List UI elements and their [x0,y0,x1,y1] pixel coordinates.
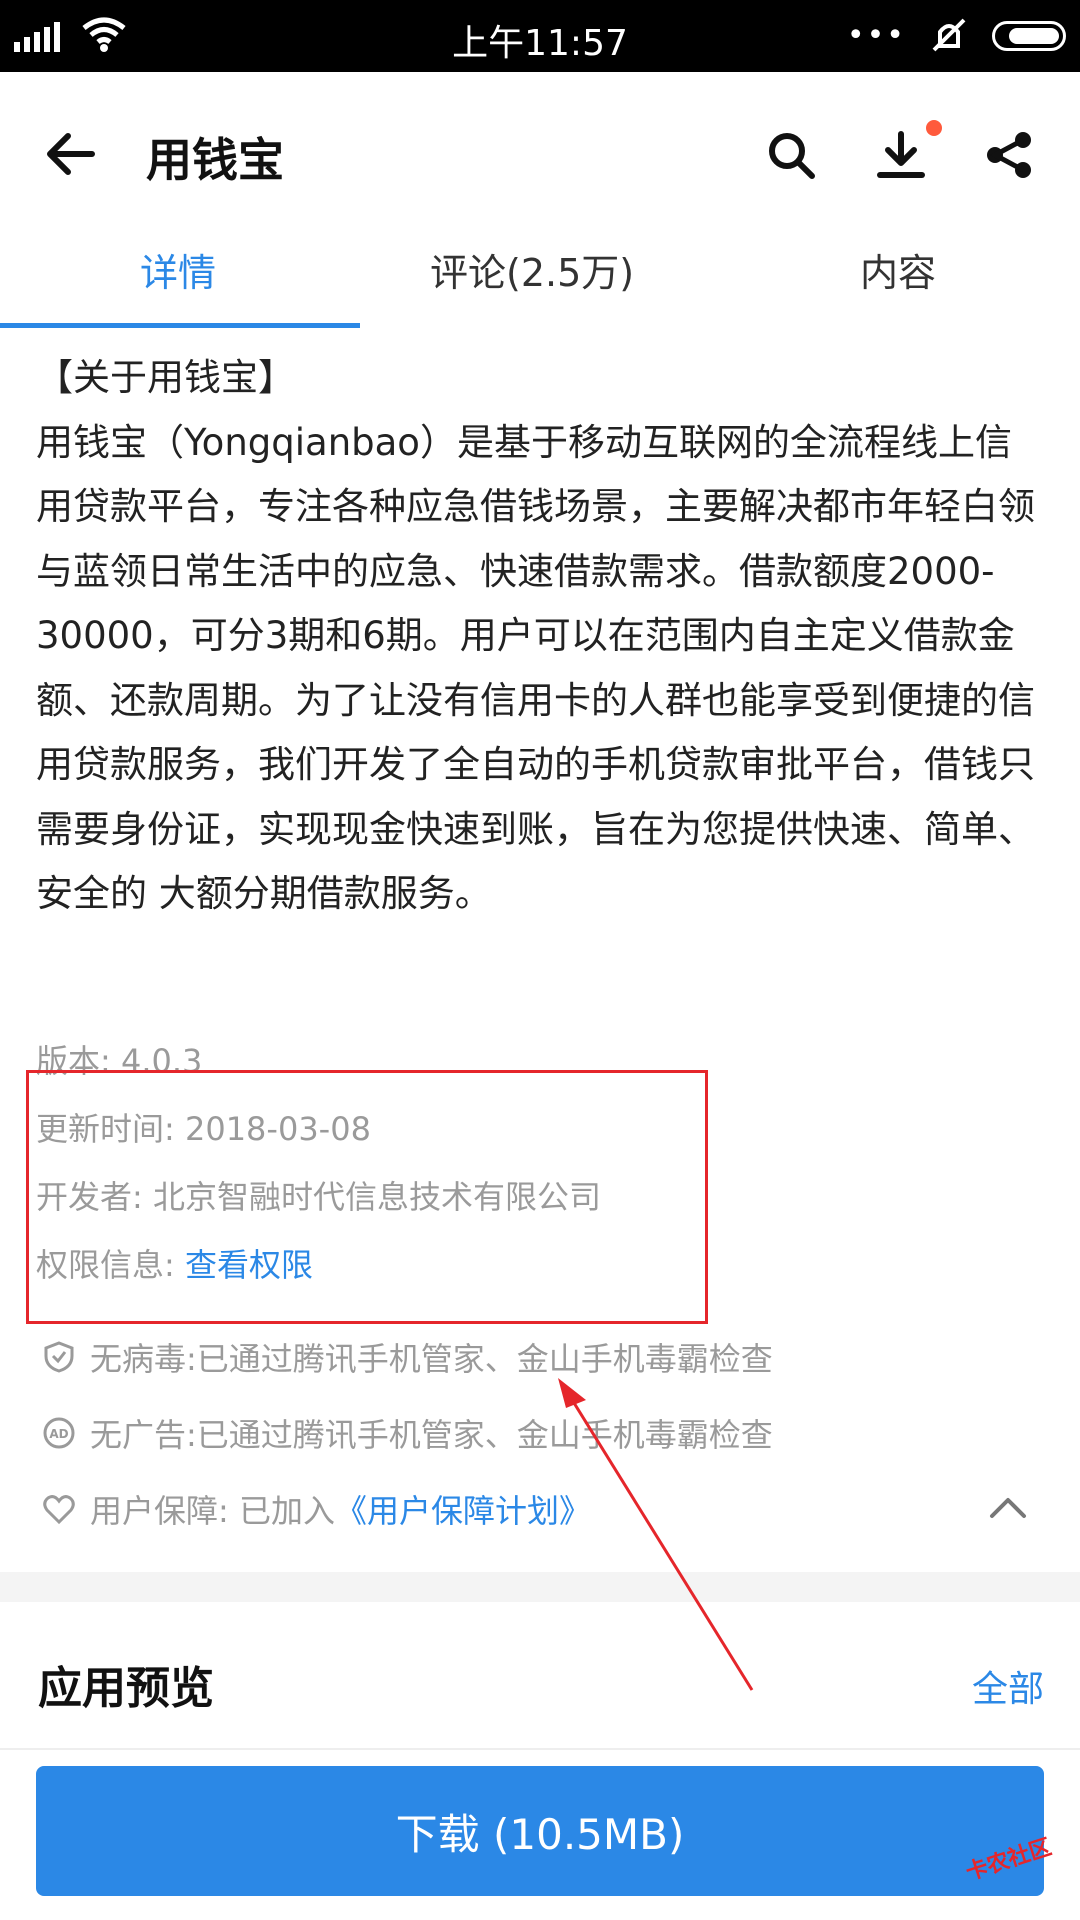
svg-text:AD: AD [49,1427,68,1441]
back-arrow-icon[interactable] [44,132,96,176]
user-guarantee-row: 用户保障: 已加入 《用户保障计划》 [42,1486,591,1532]
app-bar: 用钱宝 [0,72,1080,242]
tab-comments[interactable]: 评论(2.5万) [430,242,634,297]
tab-indicator [0,323,360,328]
share-icon[interactable] [984,130,1034,180]
description-heading: 【关于用钱宝】 [36,356,295,399]
mute-icon [932,18,966,52]
no-ads-row: AD 无广告: 已通过腾讯手机管家、金山手机毒霸检查 [42,1410,773,1456]
page-title: 用钱宝 [146,133,284,187]
app-description: 【关于用钱宝】 用钱宝（Yongqianbao）是基于移动互联网的全流程线上信用… [36,346,1046,927]
no-ads-icon: AD [43,1417,75,1449]
annotation-box [26,1070,708,1324]
status-bar: 上午11:57 ••• [0,0,1080,72]
tab-details[interactable]: 详情 [140,242,216,297]
download-icon[interactable] [876,130,926,180]
more-notifications-icon: ••• [846,18,906,53]
preview-title: 应用预览 [38,1663,214,1714]
chevron-up-icon[interactable] [988,1494,1028,1520]
download-button[interactable]: 下载 (10.5MB) [36,1766,1044,1896]
notification-dot [926,120,942,136]
shield-icon [44,1341,74,1373]
section-divider [0,1572,1080,1602]
search-icon[interactable] [766,130,816,180]
user-guarantee-label: 用户保障: 已加入 [90,1492,335,1530]
user-guarantee-link[interactable]: 《用户保障计划》 [335,1486,591,1532]
no-virus-row: 无病毒: 已通过腾讯手机管家、金山手机毒霸检查 [42,1334,773,1380]
no-virus-label: 无病毒: [90,1340,197,1378]
preview-all-link[interactable]: 全部 [972,1660,1044,1712]
description-body: 用钱宝（Yongqianbao）是基于移动互联网的全流程线上信用贷款平台，专注各… [36,420,1035,916]
bottom-separator [0,1748,1080,1750]
tab-bar: 详情 评论(2.5万) 内容 [0,222,1080,328]
tab-content[interactable]: 内容 [860,242,936,297]
no-ads-value: 已通过腾讯手机管家、金山手机毒霸检查 [196,1416,773,1454]
battery-icon [992,21,1066,51]
no-ads-label: 无广告: [90,1416,197,1454]
no-virus-value: 已通过腾讯手机管家、金山手机毒霸检查 [196,1340,773,1378]
heart-shield-icon [43,1495,75,1525]
